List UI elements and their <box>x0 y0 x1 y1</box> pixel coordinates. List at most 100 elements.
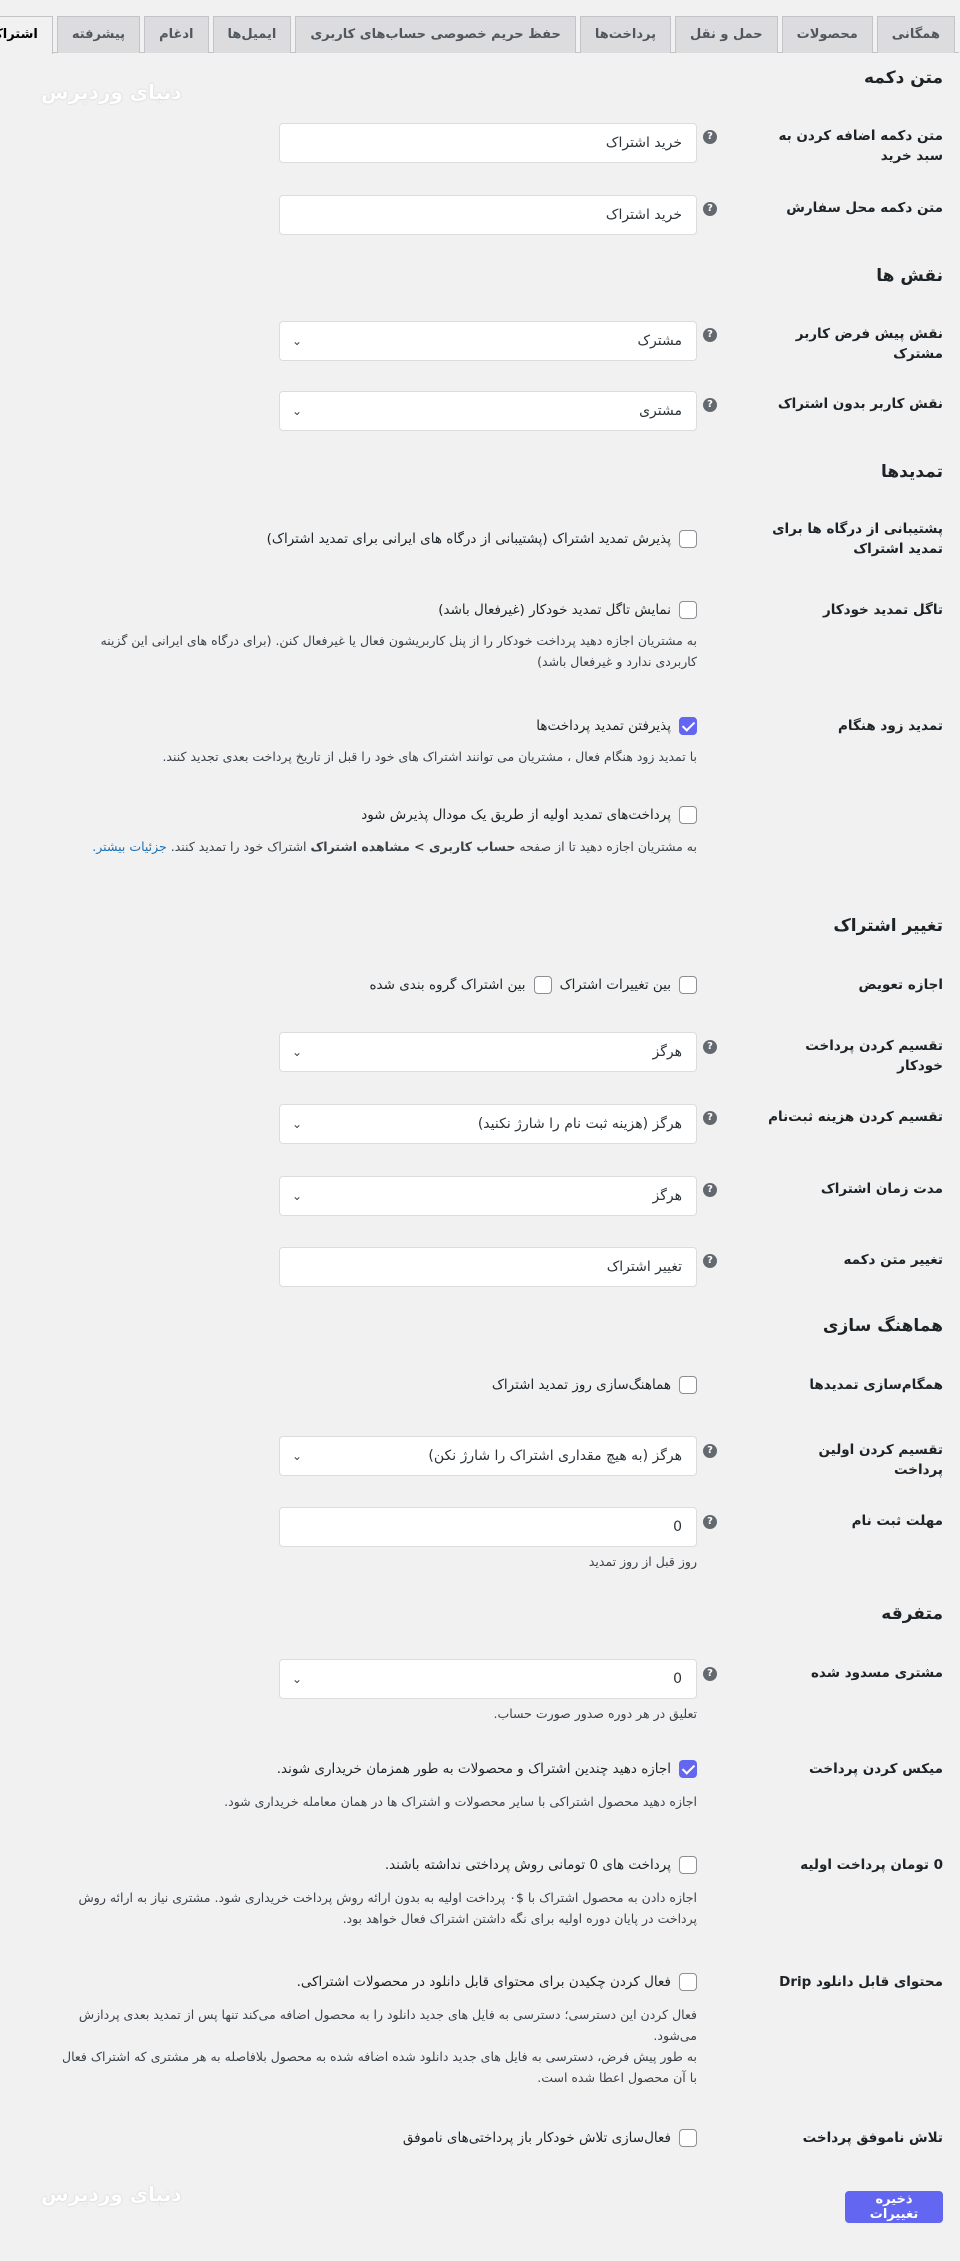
prorate-recurring-select[interactable]: هرگز ⌄ <box>280 1032 698 1072</box>
chevron-down-icon: ⌄ <box>293 1672 304 1686</box>
section-heading-renewals: تمدیدها <box>882 462 944 482</box>
chevron-down-icon: ⌄ <box>293 404 304 418</box>
tab-shipping[interactable]: حمل و نقل <box>675 16 779 53</box>
drip-downloads-label: محتوای قابل دانلود Drip <box>780 1974 944 1990</box>
signup-grace-input[interactable]: 0 <box>280 1507 698 1547</box>
help-icon[interactable]: ? <box>704 1444 718 1458</box>
help-icon[interactable]: ? <box>704 202 718 216</box>
add-to-cart-text-input[interactable]: خرید اشتراک <box>280 123 698 163</box>
tab-privacy[interactable]: حفظ حریم خصوصی حساب‌های کاربری <box>296 16 577 53</box>
desc-line: فعال کردن این دسترسی؛ دسترسی به فایل های… <box>79 2007 698 2043</box>
place-order-text-input[interactable]: خرید اشتراک <box>280 195 698 235</box>
prorate-first-label: تقسیم کردن اولین پرداخت <box>819 1442 944 1478</box>
chevron-down-icon: ⌄ <box>293 1117 304 1131</box>
inactive-role-select[interactable]: مشتری ⌄ <box>280 391 698 431</box>
mixed-checkout-text: اجازه دهید چندین اشتراک و محصولات به طور… <box>277 1761 672 1777</box>
early-renewal-description: با تمدید زود هنگام فعال ، مشتریان می توا… <box>163 749 698 764</box>
early-renewal-text: پذیرفتن تمدید پرداخت‌ها <box>537 718 672 734</box>
help-icon[interactable]: ? <box>704 1515 718 1529</box>
help-icon[interactable]: ? <box>704 328 718 342</box>
watermark-logo: دنیای وردپرس <box>42 80 183 104</box>
help-icon[interactable]: ? <box>704 130 718 144</box>
mixed-checkout-checkbox[interactable] <box>680 1760 698 1778</box>
tab-payments[interactable]: پرداخت‌ها <box>580 16 672 53</box>
early-renewal-modal-checkbox[interactable] <box>680 806 698 824</box>
mixed-checkout-option[interactable]: اجازه دهید چندین اشتراک و محصولات به طور… <box>278 1759 698 1779</box>
customer-suspensions-selected: 0 <box>674 1671 683 1687</box>
failed-payment-retry-label: تلاش ناموفق پرداخت <box>803 2130 944 2146</box>
auto-renew-toggle-checkbox[interactable] <box>680 601 698 619</box>
switch-variations-checkbox[interactable] <box>680 976 698 994</box>
allow-switching-options: بین تغییرات اشتراک بین اشتراک گروه بندی … <box>370 975 698 995</box>
sync-renewals-label: همگام‌سازی تمدیدها <box>810 1377 944 1393</box>
save-changes-button[interactable]: ذخیره تغییرات <box>846 2191 944 2223</box>
tab-advanced[interactable]: پیشرفته <box>57 16 142 53</box>
desc-text: به مشتریان اجازه دهید تا از صفحه <box>516 839 698 854</box>
drip-downloads-checkbox[interactable] <box>680 1973 698 1991</box>
help-icon[interactable]: ? <box>704 1183 718 1197</box>
gateway-support-option[interactable]: پذیرش تمدید اشتراک (پشتیبانی از درگاه ها… <box>268 529 698 549</box>
tab-subscriptions[interactable]: اشتراک ها <box>0 16 54 54</box>
zero-initial-payment-text: پرداخت های 0 تومانی روش پرداختی نداشته ب… <box>385 1857 672 1873</box>
section-heading-roles: نقش ها <box>877 266 944 286</box>
early-renewal-modal-text: پرداخت‌های تمدید اولیه از طریق یک مودال … <box>362 807 672 823</box>
inactive-role-selected: مشتری <box>640 403 683 419</box>
failed-payment-retry-checkbox[interactable] <box>680 2129 698 2147</box>
sync-renewals-text: هماهنگ‌سازی روز تمدید اشتراک <box>492 1377 672 1393</box>
customer-suspensions-description: تعلیق در هر دوره صدور صورت حساب. <box>494 1706 698 1721</box>
prorate-length-label: مدت زمان اشتراک <box>821 1181 944 1197</box>
sync-renewals-checkbox[interactable] <box>680 1376 698 1394</box>
more-details-link[interactable]: جزئیات بیشتر. <box>93 839 167 854</box>
desc-line: به طور پیش فرض، دسترسی به فایل های جدید … <box>62 2049 698 2085</box>
desc-text: اشتراک خود را تمدید کنند. <box>167 839 312 854</box>
prorate-recurring-selected: هرگز <box>653 1044 684 1060</box>
drip-downloads-option[interactable]: فعال کردن چکیدن برای محتوای قابل دانلود … <box>298 1972 698 1992</box>
drip-downloads-description: فعال کردن این دسترسی؛ دسترسی به فایل های… <box>58 2004 698 2088</box>
auto-renew-toggle-label: تاگل تمدید خودکار <box>823 602 944 618</box>
help-icon[interactable]: ? <box>704 1111 718 1125</box>
customer-suspensions-label: مشتری مسدود شده <box>811 1665 944 1681</box>
early-renewal-checkbox[interactable] <box>680 717 698 735</box>
prorate-first-select[interactable]: هرگز (به هیچ مقداری اشتراک را شارژ نکن) … <box>280 1436 698 1476</box>
auto-renew-toggle-text: نمایش تاگل تمدید خودکار (غیرفعال باشد) <box>439 602 672 618</box>
tab-integration[interactable]: ادغام <box>145 16 210 53</box>
prorate-length-select[interactable]: هرگز ⌄ <box>280 1176 698 1216</box>
gateway-support-text: پذیرش تمدید اشتراک (پشتیبانی از درگاه ها… <box>267 531 672 547</box>
switch-button-text-input[interactable]: تغییر اشتراک <box>280 1247 698 1287</box>
signup-grace-label: مهلت ثبت نام <box>852 1513 944 1529</box>
switch-grouped-checkbox[interactable] <box>534 976 553 994</box>
add-to-cart-label: متن دکمه اضافه کردن به سبد خرید <box>779 128 944 164</box>
auto-renew-toggle-option[interactable]: نمایش تاگل تمدید خودکار (غیرفعال باشد) <box>439 600 698 620</box>
failed-payment-retry-text: فعال‌سازی تلاش خودکار باز پرداختی‌های نا… <box>403 2130 672 2146</box>
allow-switching-label: اجازه تعویض <box>859 977 944 993</box>
switch-grouped-text: بین اشتراک گروه بندی شده <box>370 977 527 993</box>
help-icon[interactable]: ? <box>704 398 718 412</box>
settings-tabs: همگانی محصولات حمل و نقل پرداخت‌ها حفظ ح… <box>0 16 960 54</box>
help-icon[interactable]: ? <box>704 1667 718 1681</box>
customer-suspensions-select[interactable]: 0 ⌄ <box>280 1659 698 1699</box>
mixed-checkout-label: میکس کردن پرداخت <box>810 1761 944 1777</box>
help-icon[interactable]: ? <box>704 1040 718 1054</box>
tab-general[interactable]: همگانی <box>877 16 956 53</box>
tab-products[interactable]: محصولات <box>782 16 874 53</box>
failed-payment-retry-option[interactable]: فعال‌سازی تلاش خودکار باز پرداختی‌های نا… <box>404 2128 698 2148</box>
gateway-support-checkbox[interactable] <box>680 530 698 548</box>
auto-renew-toggle-description: به مشتریان اجازه دهید پرداخت خودکار را ا… <box>101 633 698 669</box>
prorate-length-selected: هرگز <box>653 1188 684 1204</box>
prorate-signup-select[interactable]: هرگز (هزینه ثبت نام را شارژ نکنید) ⌄ <box>280 1104 698 1144</box>
section-heading-sync: هماهنگ سازی <box>823 1316 944 1336</box>
early-renewal-modal-option[interactable]: پرداخت‌های تمدید اولیه از طریق یک مودال … <box>362 805 698 825</box>
drip-downloads-text: فعال کردن چکیدن برای محتوای قابل دانلود … <box>297 1974 672 1990</box>
chevron-down-icon: ⌄ <box>293 1189 304 1203</box>
default-role-select[interactable]: مشترک ⌄ <box>280 321 698 361</box>
zero-initial-payment-option[interactable]: پرداخت های 0 تومانی روش پرداختی نداشته ب… <box>386 1855 698 1875</box>
early-renewal-option[interactable]: پذیرفتن تمدید پرداخت‌ها <box>537 716 698 736</box>
zero-initial-payment-checkbox[interactable] <box>680 1856 698 1874</box>
prorate-signup-selected: هرگز (هزینه ثبت نام را شارژ نکنید) <box>478 1116 683 1132</box>
help-icon[interactable]: ? <box>704 1254 718 1268</box>
sync-renewals-option[interactable]: هماهنگ‌سازی روز تمدید اشتراک <box>493 1375 698 1395</box>
tab-emails[interactable]: ایمیل‌ها <box>213 16 293 53</box>
early-renewal-modal-description: به مشتریان اجازه دهید تا از صفحه حساب کا… <box>58 836 698 857</box>
section-heading-button-text: متن دکمه <box>865 68 944 88</box>
signup-grace-description: روز قبل از روز تمدید <box>589 1554 698 1569</box>
